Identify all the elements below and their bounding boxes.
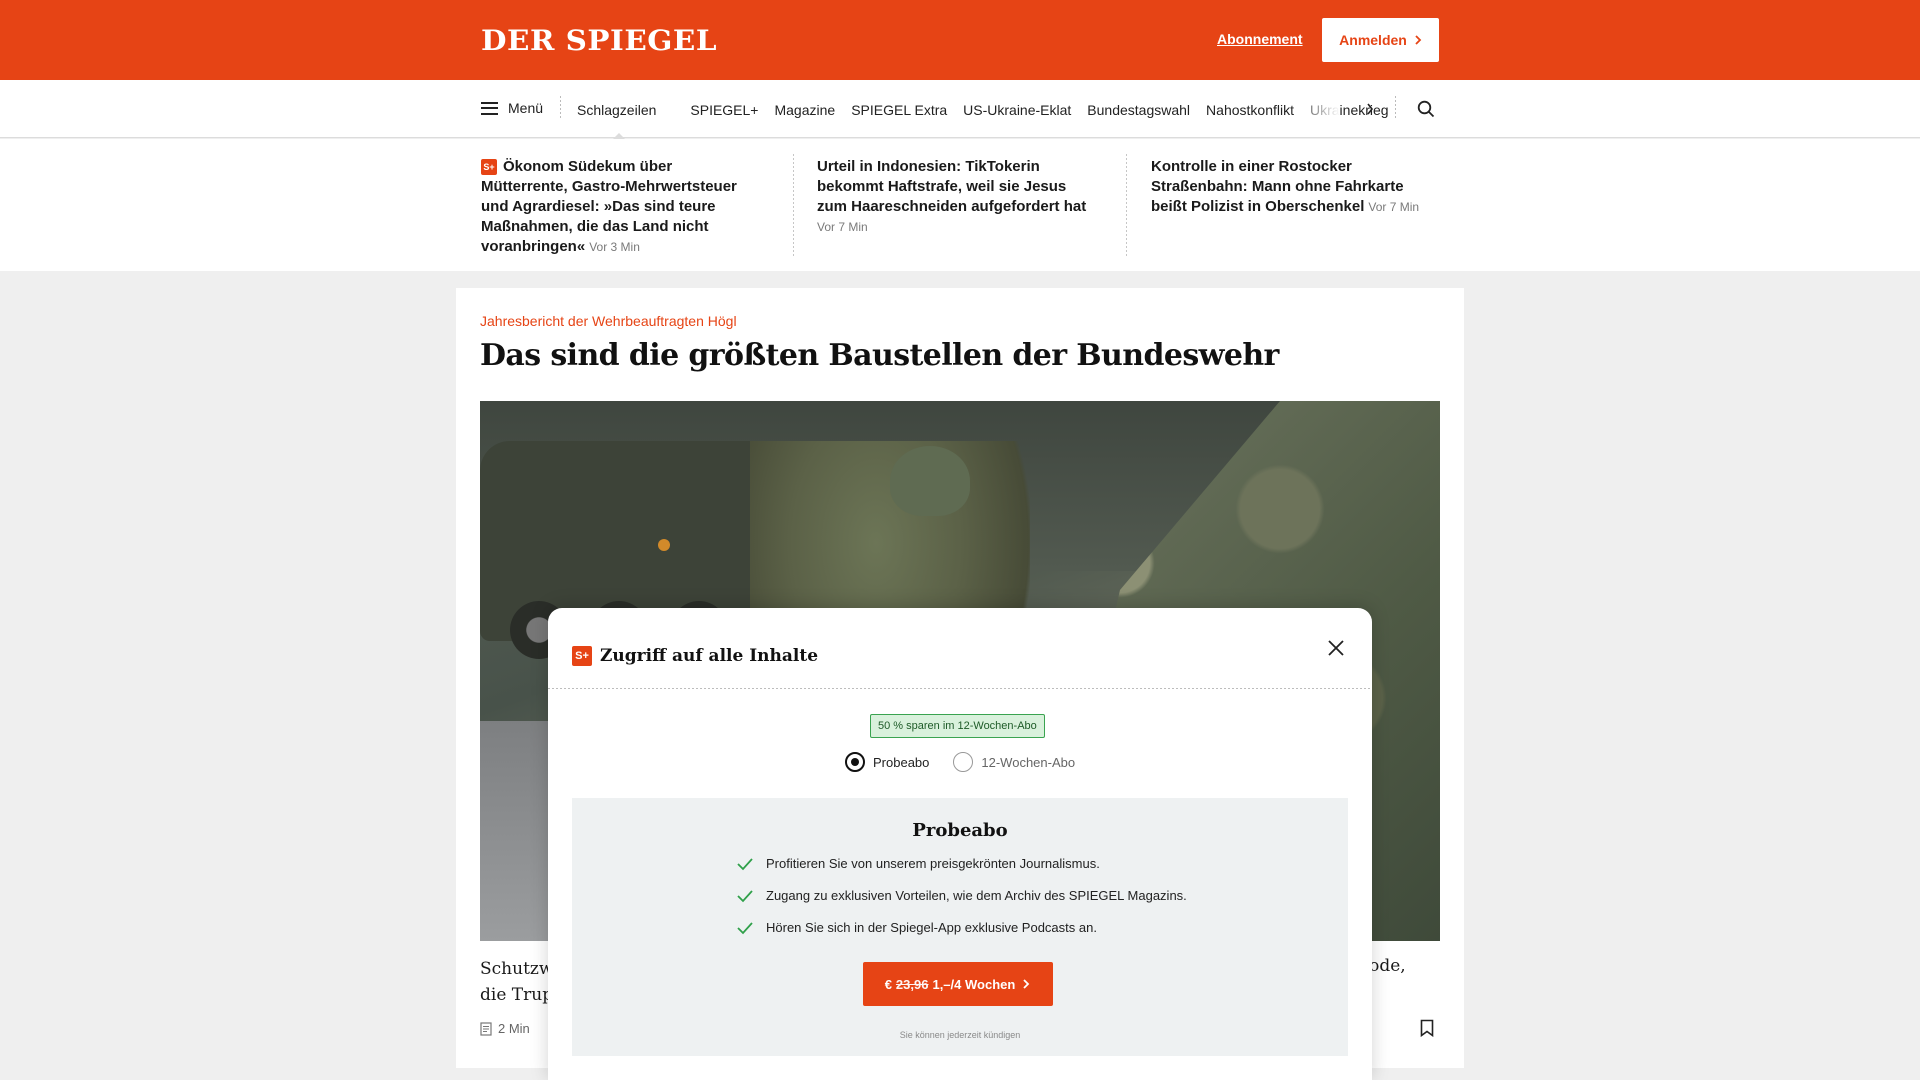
plan-title: Probeabo [912, 820, 1008, 841]
modal-title: Zugriff auf alle Inhalte [600, 646, 819, 666]
nav-divider [1395, 96, 1396, 120]
read-time: 2 Min [480, 1021, 530, 1036]
nav-item-schlagzeilen[interactable]: Schlagzeilen [577, 102, 656, 140]
ticker-text: Kontrolle in einer Rostocker Straßenbahn… [1151, 158, 1404, 215]
spiegel-logo[interactable]: DER SPIEGEL [481, 24, 717, 57]
login-button[interactable]: Anmelden [1322, 18, 1439, 62]
radio-selected-icon [845, 752, 865, 772]
nav-item-spiegel-extra[interactable]: SPIEGEL Extra [851, 102, 947, 118]
article-teaser-left: Schutzw die Trup [480, 956, 553, 1008]
ticker-time: Vor 3 Min [589, 240, 640, 254]
bookmark-icon[interactable] [1420, 1019, 1434, 1037]
nav-items: Schlagzeilen SPIEGEL+ Magazine SPIEGEL E… [577, 102, 1405, 140]
menu-button[interactable]: Menü [481, 100, 543, 116]
cta-currency: € [884, 976, 892, 992]
subscribe-button[interactable]: € 23,96 1,–/4 Wochen [863, 962, 1053, 1006]
nav-item-nahostkonflikt[interactable]: Nahostkonflikt [1206, 102, 1294, 118]
nav-item-spiegel-plus[interactable]: SPIEGEL+ [690, 102, 758, 118]
spiegel-plus-badge: S+ [572, 646, 592, 666]
login-button-label: Anmelden [1339, 32, 1407, 48]
modal-divider [548, 688, 1372, 689]
article-icon [480, 1021, 492, 1036]
nav-divider [560, 96, 561, 120]
article-kicker: Jahresbericht der Wehrbeauftragten Högl [480, 313, 737, 329]
teaser-line: Schutzw [480, 959, 554, 979]
subscription-link[interactable]: Abonnement [1217, 31, 1303, 47]
feature-text: Hören Sie sich in der Spiegel-App exklus… [766, 920, 1097, 935]
option-label: Probeabo [873, 754, 930, 770]
chevron-right-icon [1415, 35, 1422, 45]
cta-new-price: 1,–/4 Wochen [932, 976, 1016, 992]
chevron-right-icon[interactable] [1366, 103, 1374, 115]
ticker-item[interactable]: S+ Ökonom Südekum über Mütterrente, Gastr… [481, 157, 751, 257]
spiegel-plus-badge: S+ [481, 159, 497, 175]
plan-box: Probeabo Profitieren Sie von unserem pre… [572, 798, 1348, 1056]
nav-item-us-ukraine[interactable]: US-Ukraine-Eklat [963, 102, 1071, 118]
option-probeabo[interactable]: Probeabo [845, 752, 929, 772]
feature-item: Profitieren Sie von unserem preisgekrönt… [736, 856, 1256, 871]
ticker-divider [793, 154, 794, 256]
menu-label: Menü [508, 100, 544, 116]
check-icon [737, 857, 753, 870]
ticker-text: Urteil in Indonesien: TikTokerin bekommt… [817, 158, 1087, 215]
check-icon [737, 889, 753, 902]
modal-header: S+ Zugriff auf alle Inhalte [572, 646, 818, 666]
ticker-time: Vor 7 Min [817, 220, 868, 234]
check-icon [737, 921, 753, 934]
hamburger-icon [481, 101, 498, 115]
chevron-right-icon [1023, 979, 1030, 989]
radio-empty-icon [953, 752, 974, 772]
option-label: 12-Wochen-Abo [981, 754, 1076, 770]
article-headline[interactable]: Das sind die größten Baustellen der Bund… [480, 338, 1279, 373]
close-icon[interactable] [1324, 636, 1348, 660]
nav-fade [1290, 80, 1340, 136]
cta-old-price: 23,96 [895, 976, 929, 992]
nav-item-bundestagswahl[interactable]: Bundestagswahl [1087, 102, 1190, 118]
ticker-item[interactable]: Kontrolle in einer Rostocker Straßenbahn… [1151, 157, 1421, 217]
plan-options: Probeabo 12-Wochen-Abo [845, 752, 1075, 772]
nav-bar: Menü Schlagzeilen SPIEGEL+ Magazine SPIE… [0, 80, 1920, 140]
ticker-time: Vor 7 Min [1368, 200, 1420, 214]
search-icon[interactable] [1417, 100, 1435, 118]
ticker-item[interactable]: Urteil in Indonesien: TikTokerin bekommt… [817, 157, 1087, 237]
savings-badge: 50 % sparen im 12-Wochen-Abo [870, 714, 1045, 738]
read-time-label: 2 Min [498, 1021, 530, 1036]
feature-text: Profitieren Sie von unserem preisgekrönt… [766, 856, 1100, 871]
top-bar: DER SPIEGEL Abonnement Anmelden [0, 0, 1920, 80]
paywall-modal: S+ Zugriff auf alle Inhalte 50 % sparen … [548, 608, 1372, 1080]
cancel-note: Sie können jederzeit kündigen [899, 1030, 1021, 1040]
teaser-line: die Trup [480, 985, 554, 1005]
feature-item: Hören Sie sich in der Spiegel-App exklus… [736, 920, 1256, 935]
nav-item-magazine[interactable]: Magazine [774, 102, 835, 118]
feature-text: Zugang zu exklusiven Vorteilen, wie dem … [766, 888, 1187, 903]
feature-item: Zugang zu exklusiven Vorteilen, wie dem … [736, 888, 1256, 903]
ticker-divider [1126, 154, 1127, 256]
option-12-wochen-abo[interactable]: 12-Wochen-Abo [953, 752, 1075, 772]
